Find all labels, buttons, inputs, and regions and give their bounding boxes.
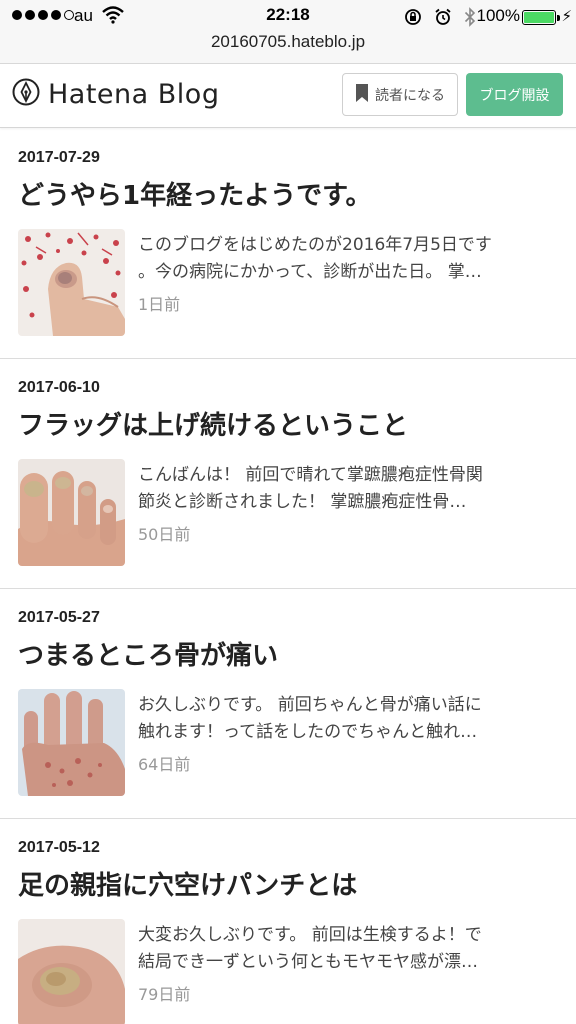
post-excerpt-line: お久しぶりです。 前回ちゃんと骨が痛い話に	[138, 695, 482, 715]
status-bar: au 22:18 100% ⚡ 20160705.hateblo.jp	[0, 0, 576, 64]
battery-level-fill	[524, 12, 554, 23]
post-title[interactable]: フラッグは上げ続けるということ	[18, 405, 408, 442]
subscribe-button[interactable]: 読者になる	[342, 73, 458, 116]
post-relative-time: 50日前	[138, 525, 191, 544]
list-item[interactable]: 2017-06-10 フラッグは上げ続けるということ こんばんは！ 前回で晴れて…	[0, 359, 576, 589]
post-title[interactable]: 足の親指に穴空けパンチとは	[18, 865, 357, 902]
post-date: 2017-06-10	[18, 379, 100, 396]
post-excerpt-line: 節炎と診断されました！ 掌蹠膿疱症性骨…	[138, 492, 467, 512]
post-title[interactable]: どうやら1年経ったようです。	[18, 175, 372, 212]
bookmark-icon	[355, 83, 369, 107]
post-excerpt-line: 結局でき一ずという何ともモヤモヤ感が漂…	[138, 952, 478, 972]
post-relative-time: 79日前	[138, 985, 191, 1004]
post-excerpt-line: このブログをはじめたのが2016年7月5日です	[138, 235, 492, 255]
list-item[interactable]: 2017-07-29 どうやら1年経ったようです。 このブログをはじめたのが20…	[0, 129, 576, 359]
blog-header: Hatena Blog 読者になる ブログ開設	[0, 64, 576, 128]
post-date: 2017-07-29	[18, 149, 100, 166]
post-thumbnail[interactable]	[18, 919, 125, 1024]
logo-text: Hatena Blog	[48, 78, 220, 110]
post-thumbnail[interactable]	[18, 689, 125, 796]
post-thumbnail[interactable]	[18, 229, 125, 336]
post-excerpt: こんばんは！ 前回で晴れて掌蹠膿疱症性骨関 節炎と診断されました！ 掌蹠膿疱症性…	[138, 462, 558, 516]
subscribe-button-label: 読者になる	[375, 87, 445, 104]
post-title[interactable]: つまるところ骨が痛い	[18, 635, 278, 672]
battery-icon	[522, 10, 560, 25]
list-item[interactable]: 2017-05-12 足の親指に穴空けパンチとは 大変お久しぶりです。 前回は生…	[0, 819, 576, 1024]
post-excerpt: このブログをはじめたのが2016年7月5日です 。今の病院にかかって、診断が出た…	[138, 232, 558, 286]
hatena-blog-logo[interactable]: Hatena Blog	[12, 78, 219, 110]
post-list: 2017-07-29 どうやら1年経ったようです。 このブログをはじめたのが20…	[0, 129, 576, 1024]
post-excerpt: お久しぶりです。 前回ちゃんと骨が痛い話に 触れます！って話をしたのでちゃんと触…	[138, 692, 558, 746]
pen-nib-icon	[12, 78, 40, 110]
post-excerpt-line: 触れます！って話をしたのでちゃんと触れ…	[138, 722, 478, 742]
post-excerpt-line: 大変お久しぶりです。 前回は生検するよ！で	[138, 925, 482, 945]
open-blog-button[interactable]: ブログ開設	[466, 73, 563, 116]
battery-percent: 100%	[476, 6, 520, 25]
bluetooth-icon	[464, 7, 476, 32]
post-relative-time: 64日前	[138, 755, 191, 774]
charging-icon: ⚡	[561, 7, 572, 25]
post-excerpt: 大変お久しぶりです。 前回は生検するよ！で 結局でき一ずという何ともモヤモヤ感が…	[138, 922, 558, 976]
post-date: 2017-05-12	[18, 839, 100, 856]
post-date: 2017-05-27	[18, 609, 100, 626]
address-bar-url[interactable]: 20160705.hateblo.jp	[0, 32, 576, 52]
rotation-lock-icon	[404, 8, 422, 31]
alarm-icon	[434, 8, 452, 31]
post-excerpt-line: 。今の病院にかかって、診断が出た日。 掌…	[138, 262, 482, 282]
list-item[interactable]: 2017-05-27 つまるところ骨が痛い お久しぶりです。 前回ちゃんと骨が痛…	[0, 589, 576, 819]
post-thumbnail[interactable]	[18, 459, 125, 566]
post-excerpt-line: こんばんは！ 前回で晴れて掌蹠膿疱症性骨関	[138, 465, 483, 485]
post-relative-time: 1日前	[138, 295, 181, 314]
